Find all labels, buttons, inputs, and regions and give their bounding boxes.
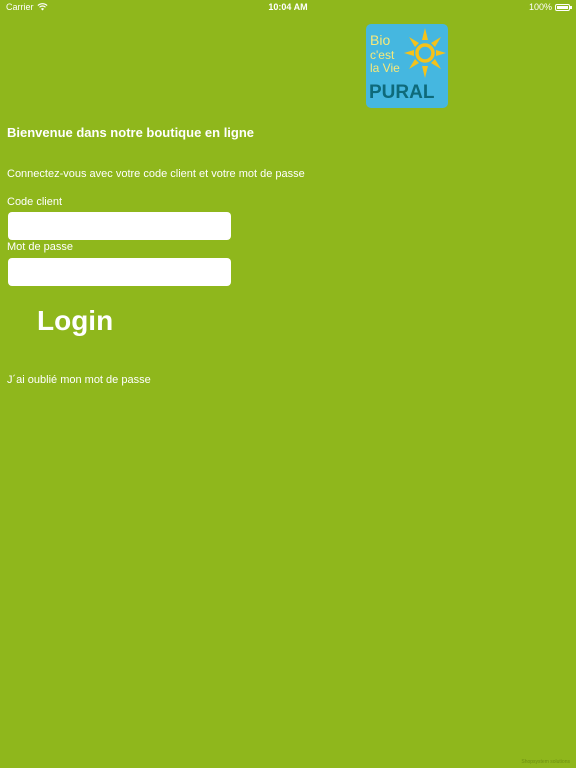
status-time: 10:04 AM (268, 2, 308, 12)
logo-text-la-vie: la Vie (370, 61, 400, 75)
pural-logo-graphic: Bio c'est la Vie PURAL (369, 28, 446, 103)
pural-logo: Bio c'est la Vie PURAL (366, 24, 448, 108)
password-label: Mot de passe (7, 241, 74, 253)
login-instructions: Connectez-vous avec votre code client et… (7, 168, 305, 180)
logo-brand: PURAL (369, 82, 435, 103)
forgot-password-link[interactable]: J´ai oublié mon mot de passe (7, 374, 151, 386)
status-bar: Carrier 10:04 AM 100% (0, 0, 576, 14)
status-battery: 100% (528, 2, 572, 12)
login-button[interactable]: Login (37, 305, 113, 337)
sun-icon (404, 28, 446, 78)
logo-text-bio: Bio (370, 32, 390, 48)
password-input[interactable] (8, 258, 231, 286)
footer-credit: Shopsystem solutions (521, 759, 570, 765)
client-code-label: Code client (7, 196, 63, 208)
welcome-title: Bienvenue dans notre boutique en ligne (7, 125, 255, 140)
logo-text-cest: c'est (370, 48, 395, 62)
client-code-input[interactable] (8, 212, 231, 240)
battery-percentage: 100% (528, 2, 552, 12)
battery-icon (555, 3, 572, 11)
